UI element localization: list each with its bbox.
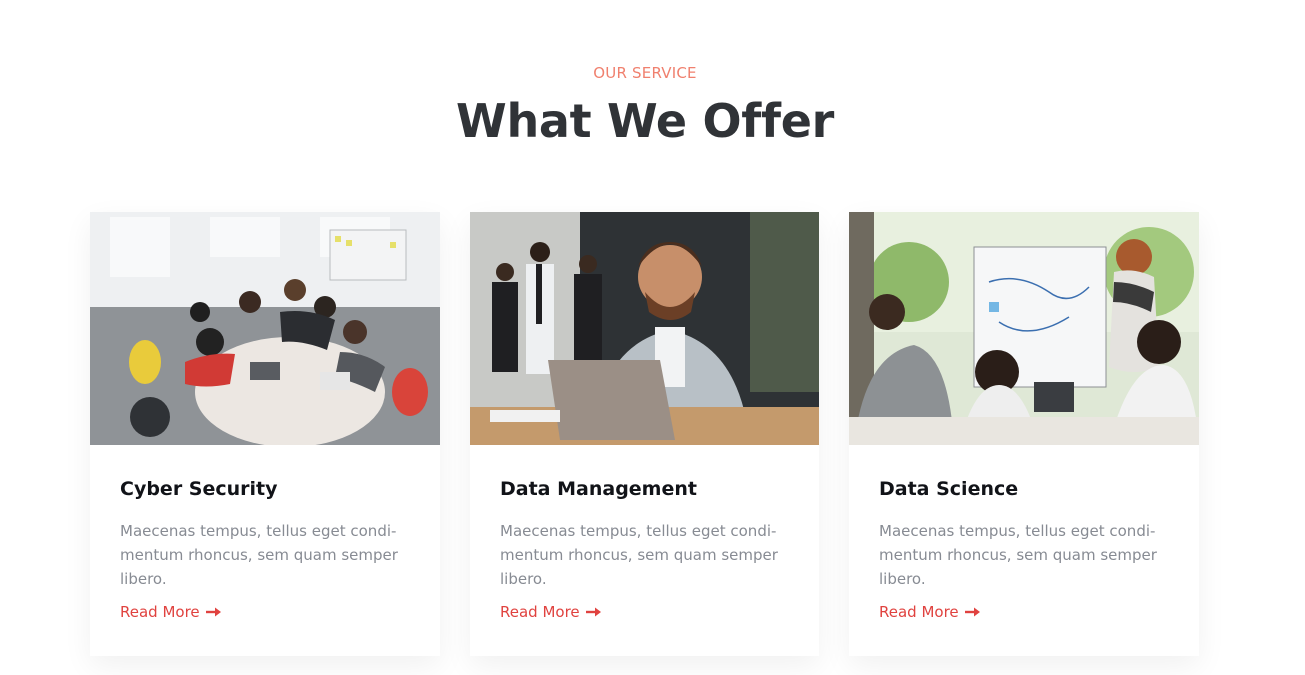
service-card-data-management: Data Management Maecenas tempus, tellus …	[470, 212, 819, 656]
card-title: Data Science	[879, 478, 1019, 500]
arrow-right-icon	[964, 607, 980, 617]
arrow-right-icon	[205, 607, 221, 617]
arrow-right-icon	[585, 607, 601, 617]
card-title: Cyber Security	[120, 478, 278, 500]
service-card-data-science: Data Science Maecenas tempus, tellus ege…	[849, 212, 1199, 656]
read-more-link[interactable]: Read More	[879, 603, 981, 621]
read-more-link[interactable]: Read More	[500, 603, 602, 621]
service-card-cyber-security: Cyber Security Maecenas tempus, tellus e…	[90, 212, 440, 656]
read-more-label: Read More	[879, 603, 959, 621]
card-image-businessman-laptop	[470, 212, 819, 445]
card-title: Data Management	[500, 478, 697, 500]
section-heading: What We Offer	[456, 94, 834, 148]
read-more-label: Read More	[120, 603, 200, 621]
read-more-label: Read More	[500, 603, 580, 621]
read-more-link[interactable]: Read More	[120, 603, 222, 621]
card-description: Maecenas tempus, tellus eget condi-mentu…	[879, 522, 1157, 588]
section-eyebrow: OUR SERVICE	[593, 64, 697, 82]
card-description: Maecenas tempus, tellus eget condi-mentu…	[120, 522, 398, 588]
card-image-whiteboard-presentation	[849, 212, 1199, 445]
card-image-team-meeting	[90, 212, 440, 445]
card-description: Maecenas tempus, tellus eget condi-mentu…	[500, 522, 778, 588]
